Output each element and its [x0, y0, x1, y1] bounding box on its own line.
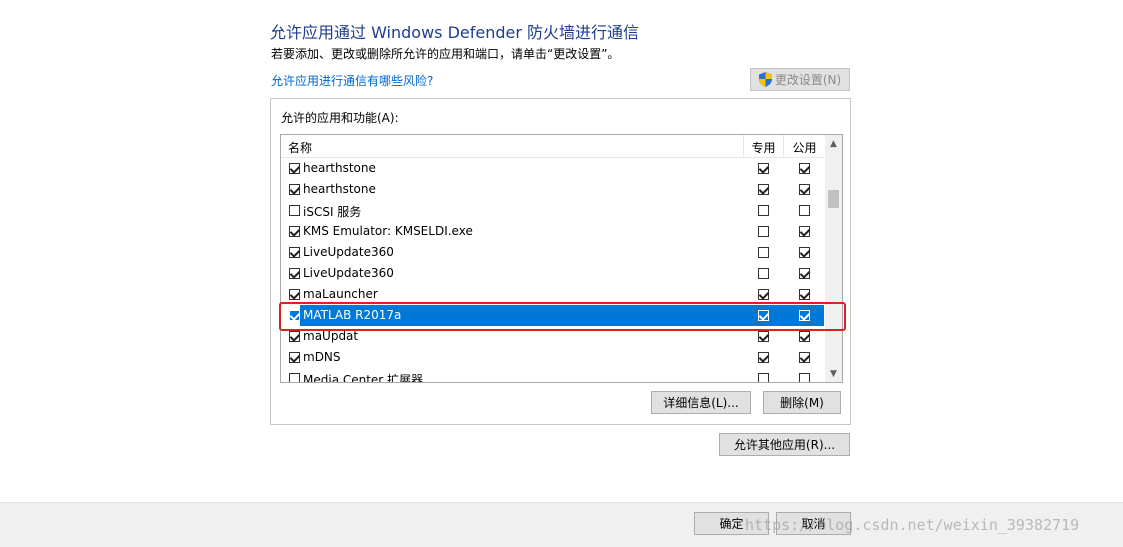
public-checkbox[interactable] [799, 331, 810, 342]
app-name: Media Center 扩展器 [303, 373, 424, 383]
app-name: hearthstone [303, 182, 376, 196]
row-name-cell[interactable]: hearthstone [300, 179, 824, 200]
list-item[interactable]: KMS Emulator: KMSELDI.exe [281, 221, 825, 242]
private-checkbox[interactable] [758, 331, 769, 342]
row-name-cell[interactable]: MATLAB R2017a [300, 305, 824, 326]
enabled-checkbox[interactable] [289, 163, 300, 174]
public-checkbox[interactable] [799, 373, 810, 382]
list-item[interactable]: Media Center 扩展器 [281, 368, 825, 383]
list-item[interactable]: hearthstone [281, 179, 825, 200]
app-name: MATLAB R2017a [303, 308, 402, 322]
risks-link[interactable]: 允许应用进行通信有哪些风险? [271, 72, 433, 89]
list-item[interactable]: LiveUpdate360 [281, 263, 825, 284]
private-checkbox[interactable] [758, 352, 769, 363]
enabled-checkbox[interactable] [289, 226, 300, 237]
public-checkbox[interactable] [799, 289, 810, 300]
change-settings-label: 更改设置(N) [774, 73, 842, 87]
list-item[interactable]: hearthstone [281, 158, 825, 179]
ok-button[interactable]: 确定 [694, 512, 769, 535]
list-item[interactable]: iSCSI 服务 [281, 200, 825, 221]
change-settings-button[interactable]: 更改设置(N) [750, 68, 850, 91]
public-checkbox[interactable] [799, 163, 810, 174]
page-description: 若要添加、更改或删除所允许的应用和端口，请单击“更改设置”。 [271, 47, 620, 61]
app-name: hearthstone [303, 161, 376, 175]
public-checkbox[interactable] [799, 310, 810, 321]
list-header: 名称 专用 公用 [281, 135, 825, 158]
list-item[interactable]: mDNS [281, 347, 825, 368]
private-checkbox[interactable] [758, 205, 769, 216]
list-rows: hearthstone hearthstone iSCSI 服务 KMS Emulat… [281, 158, 825, 383]
list-item[interactable]: maUpdat [281, 326, 825, 347]
list-item[interactable]: maLauncher [281, 284, 825, 305]
enabled-checkbox[interactable] [289, 268, 300, 279]
app-name: mDNS [303, 350, 341, 364]
app-name: LiveUpdate360 [303, 245, 394, 259]
list-item[interactable]: MATLAB R2017a [281, 305, 825, 326]
scroll-thumb[interactable] [828, 190, 839, 208]
enabled-checkbox[interactable] [289, 373, 300, 382]
app-name: LiveUpdate360 [303, 266, 394, 280]
row-name-cell[interactable]: mDNS [300, 347, 824, 368]
enabled-checkbox[interactable] [289, 247, 300, 258]
row-name-cell[interactable]: LiveUpdate360 [300, 242, 824, 263]
public-checkbox[interactable] [799, 184, 810, 195]
delete-button[interactable]: 删除(M) [763, 391, 841, 414]
column-header-private[interactable]: 专用 [743, 135, 783, 157]
row-name-cell[interactable]: hearthstone [300, 158, 824, 179]
scroll-up-icon[interactable]: ▲ [825, 135, 842, 152]
public-checkbox[interactable] [799, 226, 810, 237]
row-name-cell[interactable]: LiveUpdate360 [300, 263, 824, 284]
details-button[interactable]: 详细信息(L)... [651, 391, 751, 414]
vertical-scrollbar[interactable]: ▲ ▼ [825, 135, 842, 382]
row-name-cell[interactable]: Media Center 扩展器 [300, 368, 824, 383]
private-checkbox[interactable] [758, 373, 769, 382]
private-checkbox[interactable] [758, 184, 769, 195]
private-checkbox[interactable] [758, 268, 769, 279]
app-name: iSCSI 服务 [303, 205, 362, 219]
public-checkbox[interactable] [799, 352, 810, 363]
private-checkbox[interactable] [758, 289, 769, 300]
enabled-checkbox[interactable] [289, 289, 300, 300]
uac-shield-icon [758, 72, 772, 87]
list-item[interactable]: LiveUpdate360 [281, 242, 825, 263]
public-checkbox[interactable] [799, 205, 810, 216]
allow-another-app-button[interactable]: 允许其他应用(R)... [719, 433, 850, 456]
enabled-checkbox[interactable] [289, 352, 300, 363]
row-name-cell[interactable]: iSCSI 服务 [300, 200, 824, 221]
private-checkbox[interactable] [758, 163, 769, 174]
allowed-apps-group: 允许的应用和功能(A): 名称 专用 公用 hearthstone hearths… [270, 98, 851, 425]
row-name-cell[interactable]: maUpdat [300, 326, 824, 347]
page-title: 允许应用通过 Windows Defender 防火墙进行通信 [270, 23, 640, 42]
column-header-public[interactable]: 公用 [783, 135, 825, 157]
cancel-button[interactable]: 取消 [776, 512, 851, 535]
row-name-cell[interactable]: maLauncher [300, 284, 824, 305]
app-name: maUpdat [303, 329, 359, 343]
allowed-apps-label: 允许的应用和功能(A): [281, 111, 399, 125]
enabled-checkbox[interactable] [289, 205, 300, 216]
scroll-down-icon[interactable]: ▼ [825, 365, 842, 382]
row-name-cell[interactable]: KMS Emulator: KMSELDI.exe [300, 221, 824, 242]
enabled-checkbox[interactable] [289, 184, 300, 195]
private-checkbox[interactable] [758, 247, 769, 258]
enabled-checkbox[interactable] [289, 331, 300, 342]
app-name: KMS Emulator: KMSELDI.exe [303, 224, 473, 238]
app-name: maLauncher [303, 287, 378, 301]
dialog-footer [0, 502, 1123, 547]
private-checkbox[interactable] [758, 226, 769, 237]
private-checkbox[interactable] [758, 310, 769, 321]
allowed-apps-list[interactable]: 名称 专用 公用 hearthstone hearthstone iSCSI 服务 K… [280, 134, 843, 383]
column-header-name[interactable]: 名称 [288, 139, 312, 156]
enabled-checkbox[interactable] [289, 310, 300, 321]
public-checkbox[interactable] [799, 268, 810, 279]
public-checkbox[interactable] [799, 247, 810, 258]
